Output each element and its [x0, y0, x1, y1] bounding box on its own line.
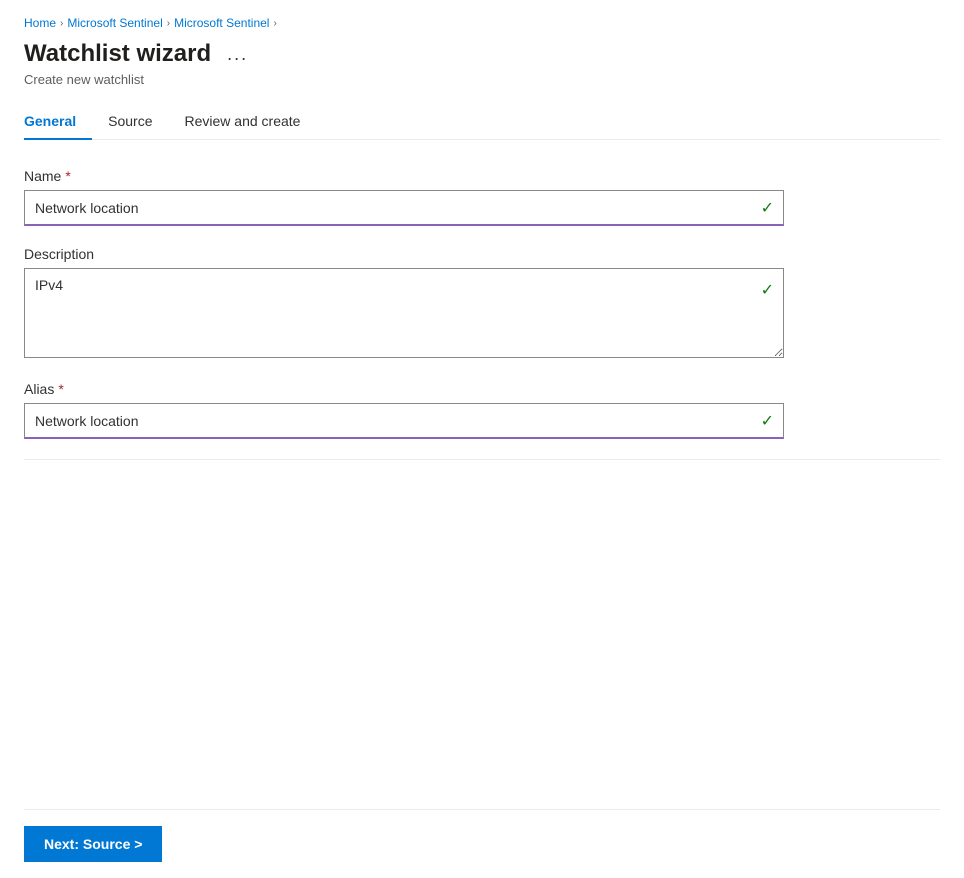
description-form-group: Description IPv4 ✓	[24, 246, 784, 361]
alias-required-star: *	[58, 381, 63, 397]
breadcrumb-sep-3: ›	[273, 18, 276, 29]
name-label: Name *	[24, 168, 784, 184]
name-required-star: *	[65, 168, 70, 184]
tab-review-create[interactable]: Review and create	[169, 103, 317, 139]
footer: Next: Source >	[24, 809, 940, 878]
description-textarea-wrapper: IPv4 ✓	[24, 268, 784, 361]
next-source-button[interactable]: Next: Source >	[24, 826, 162, 862]
more-options-button[interactable]: ...	[221, 43, 254, 65]
breadcrumb-home[interactable]: Home	[24, 16, 56, 30]
breadcrumb-sep-2: ›	[167, 18, 170, 29]
breadcrumb-sep-1: ›	[60, 18, 63, 29]
breadcrumb-sentinel-2[interactable]: Microsoft Sentinel	[174, 16, 269, 30]
alias-label: Alias *	[24, 381, 784, 397]
form-content: Name * ✓ Description IPv4 ✓ Alias *	[24, 140, 940, 809]
description-input[interactable]: IPv4	[24, 268, 784, 358]
page-title: Watchlist wizard	[24, 40, 211, 68]
breadcrumb-sentinel-1[interactable]: Microsoft Sentinel	[67, 16, 162, 30]
alias-input-wrapper: ✓	[24, 403, 784, 439]
description-label: Description	[24, 246, 784, 262]
name-form-group: Name * ✓	[24, 168, 784, 226]
tabs-container: General Source Review and create	[24, 103, 940, 140]
tab-general[interactable]: General	[24, 103, 92, 139]
title-area: Watchlist wizard ...	[24, 40, 940, 68]
page-subtitle: Create new watchlist	[24, 72, 940, 87]
breadcrumb: Home › Microsoft Sentinel › Microsoft Se…	[24, 16, 940, 30]
alias-form-group: Alias * ✓	[24, 381, 784, 439]
alias-input[interactable]	[24, 403, 784, 439]
name-input-wrapper: ✓	[24, 190, 784, 226]
form-divider	[24, 459, 940, 460]
name-input[interactable]	[24, 190, 784, 226]
tab-source[interactable]: Source	[92, 103, 168, 139]
